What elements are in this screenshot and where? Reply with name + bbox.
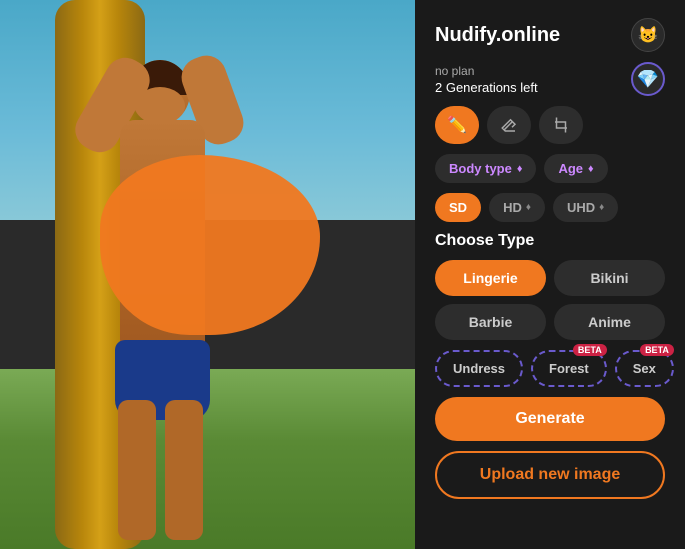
right-panel: Nudify.online 😺 no plan 2 Generations le…: [415, 0, 685, 549]
type-barbie-label: Barbie: [469, 314, 513, 330]
quality-row: SD HD ♦ UHD ♦: [435, 193, 665, 222]
leg-left: [118, 400, 156, 540]
header: Nudify.online 😺: [435, 18, 665, 52]
sex-label: Sex: [633, 361, 656, 376]
choose-type-title: Choose Type: [435, 232, 665, 250]
generate-button[interactable]: Generate: [435, 397, 665, 441]
type-barbie-button[interactable]: Barbie: [435, 304, 546, 340]
gem-button[interactable]: 💎: [631, 62, 665, 96]
uhd-diamond: ♦: [599, 202, 604, 213]
sex-beta-tag: BETA: [640, 344, 674, 356]
type-lingerie-button[interactable]: Lingerie: [435, 260, 546, 296]
plan-name: no plan: [435, 64, 538, 78]
type-bikini-button[interactable]: Bikini: [554, 260, 665, 296]
hd-label: HD: [503, 200, 522, 215]
type-bikini-label: Bikini: [590, 270, 628, 286]
body-type-button[interactable]: Body type ♦: [435, 154, 536, 183]
type-grid: Lingerie Bikini Barbie Anime: [435, 260, 665, 340]
type-anime-button[interactable]: Anime: [554, 304, 665, 340]
uhd-button[interactable]: UHD ♦: [553, 193, 618, 222]
header-icon[interactable]: 😺: [631, 18, 665, 52]
paint-overlay: [100, 155, 320, 335]
undress-label: Undress: [453, 361, 505, 376]
crop-button[interactable]: [539, 106, 583, 144]
type-lingerie-label: Lingerie: [463, 270, 517, 286]
tool-buttons: ✏️: [435, 106, 665, 144]
body-type-diamond: ♦: [517, 163, 523, 175]
hd-diamond: ♦: [526, 202, 531, 213]
plan-generations: 2 Generations left: [435, 80, 538, 95]
hd-button[interactable]: HD ♦: [489, 193, 545, 222]
forest-beta-tag: BETA: [573, 344, 607, 356]
image-panel: [0, 0, 415, 549]
beta-row: Undress Forest BETA Sex BETA: [435, 350, 665, 387]
uhd-label: UHD: [567, 200, 595, 215]
age-diamond: ♦: [588, 163, 594, 175]
sd-button[interactable]: SD: [435, 193, 481, 222]
leg-right: [165, 400, 203, 540]
forest-label: Forest: [549, 361, 589, 376]
app-title: Nudify.online: [435, 24, 560, 47]
brush-button[interactable]: ✏️: [435, 106, 479, 144]
eraser-button[interactable]: [487, 106, 531, 144]
plan-text: no plan 2 Generations left: [435, 64, 538, 95]
upload-button[interactable]: Upload new image: [435, 451, 665, 499]
sd-label: SD: [449, 200, 467, 215]
undress-button[interactable]: Undress: [435, 350, 523, 387]
forest-button[interactable]: Forest BETA: [531, 350, 607, 387]
type-anime-label: Anime: [588, 314, 631, 330]
body-type-label: Body type: [449, 161, 512, 176]
sex-button[interactable]: Sex BETA: [615, 350, 674, 387]
gem-symbol: 💎: [637, 69, 659, 90]
age-button[interactable]: Age ♦: [544, 154, 607, 183]
plan-info: no plan 2 Generations left 💎: [435, 62, 665, 96]
cat-icon: 😺: [638, 25, 658, 45]
age-label: Age: [558, 161, 583, 176]
options-row: Body type ♦ Age ♦: [435, 154, 665, 183]
